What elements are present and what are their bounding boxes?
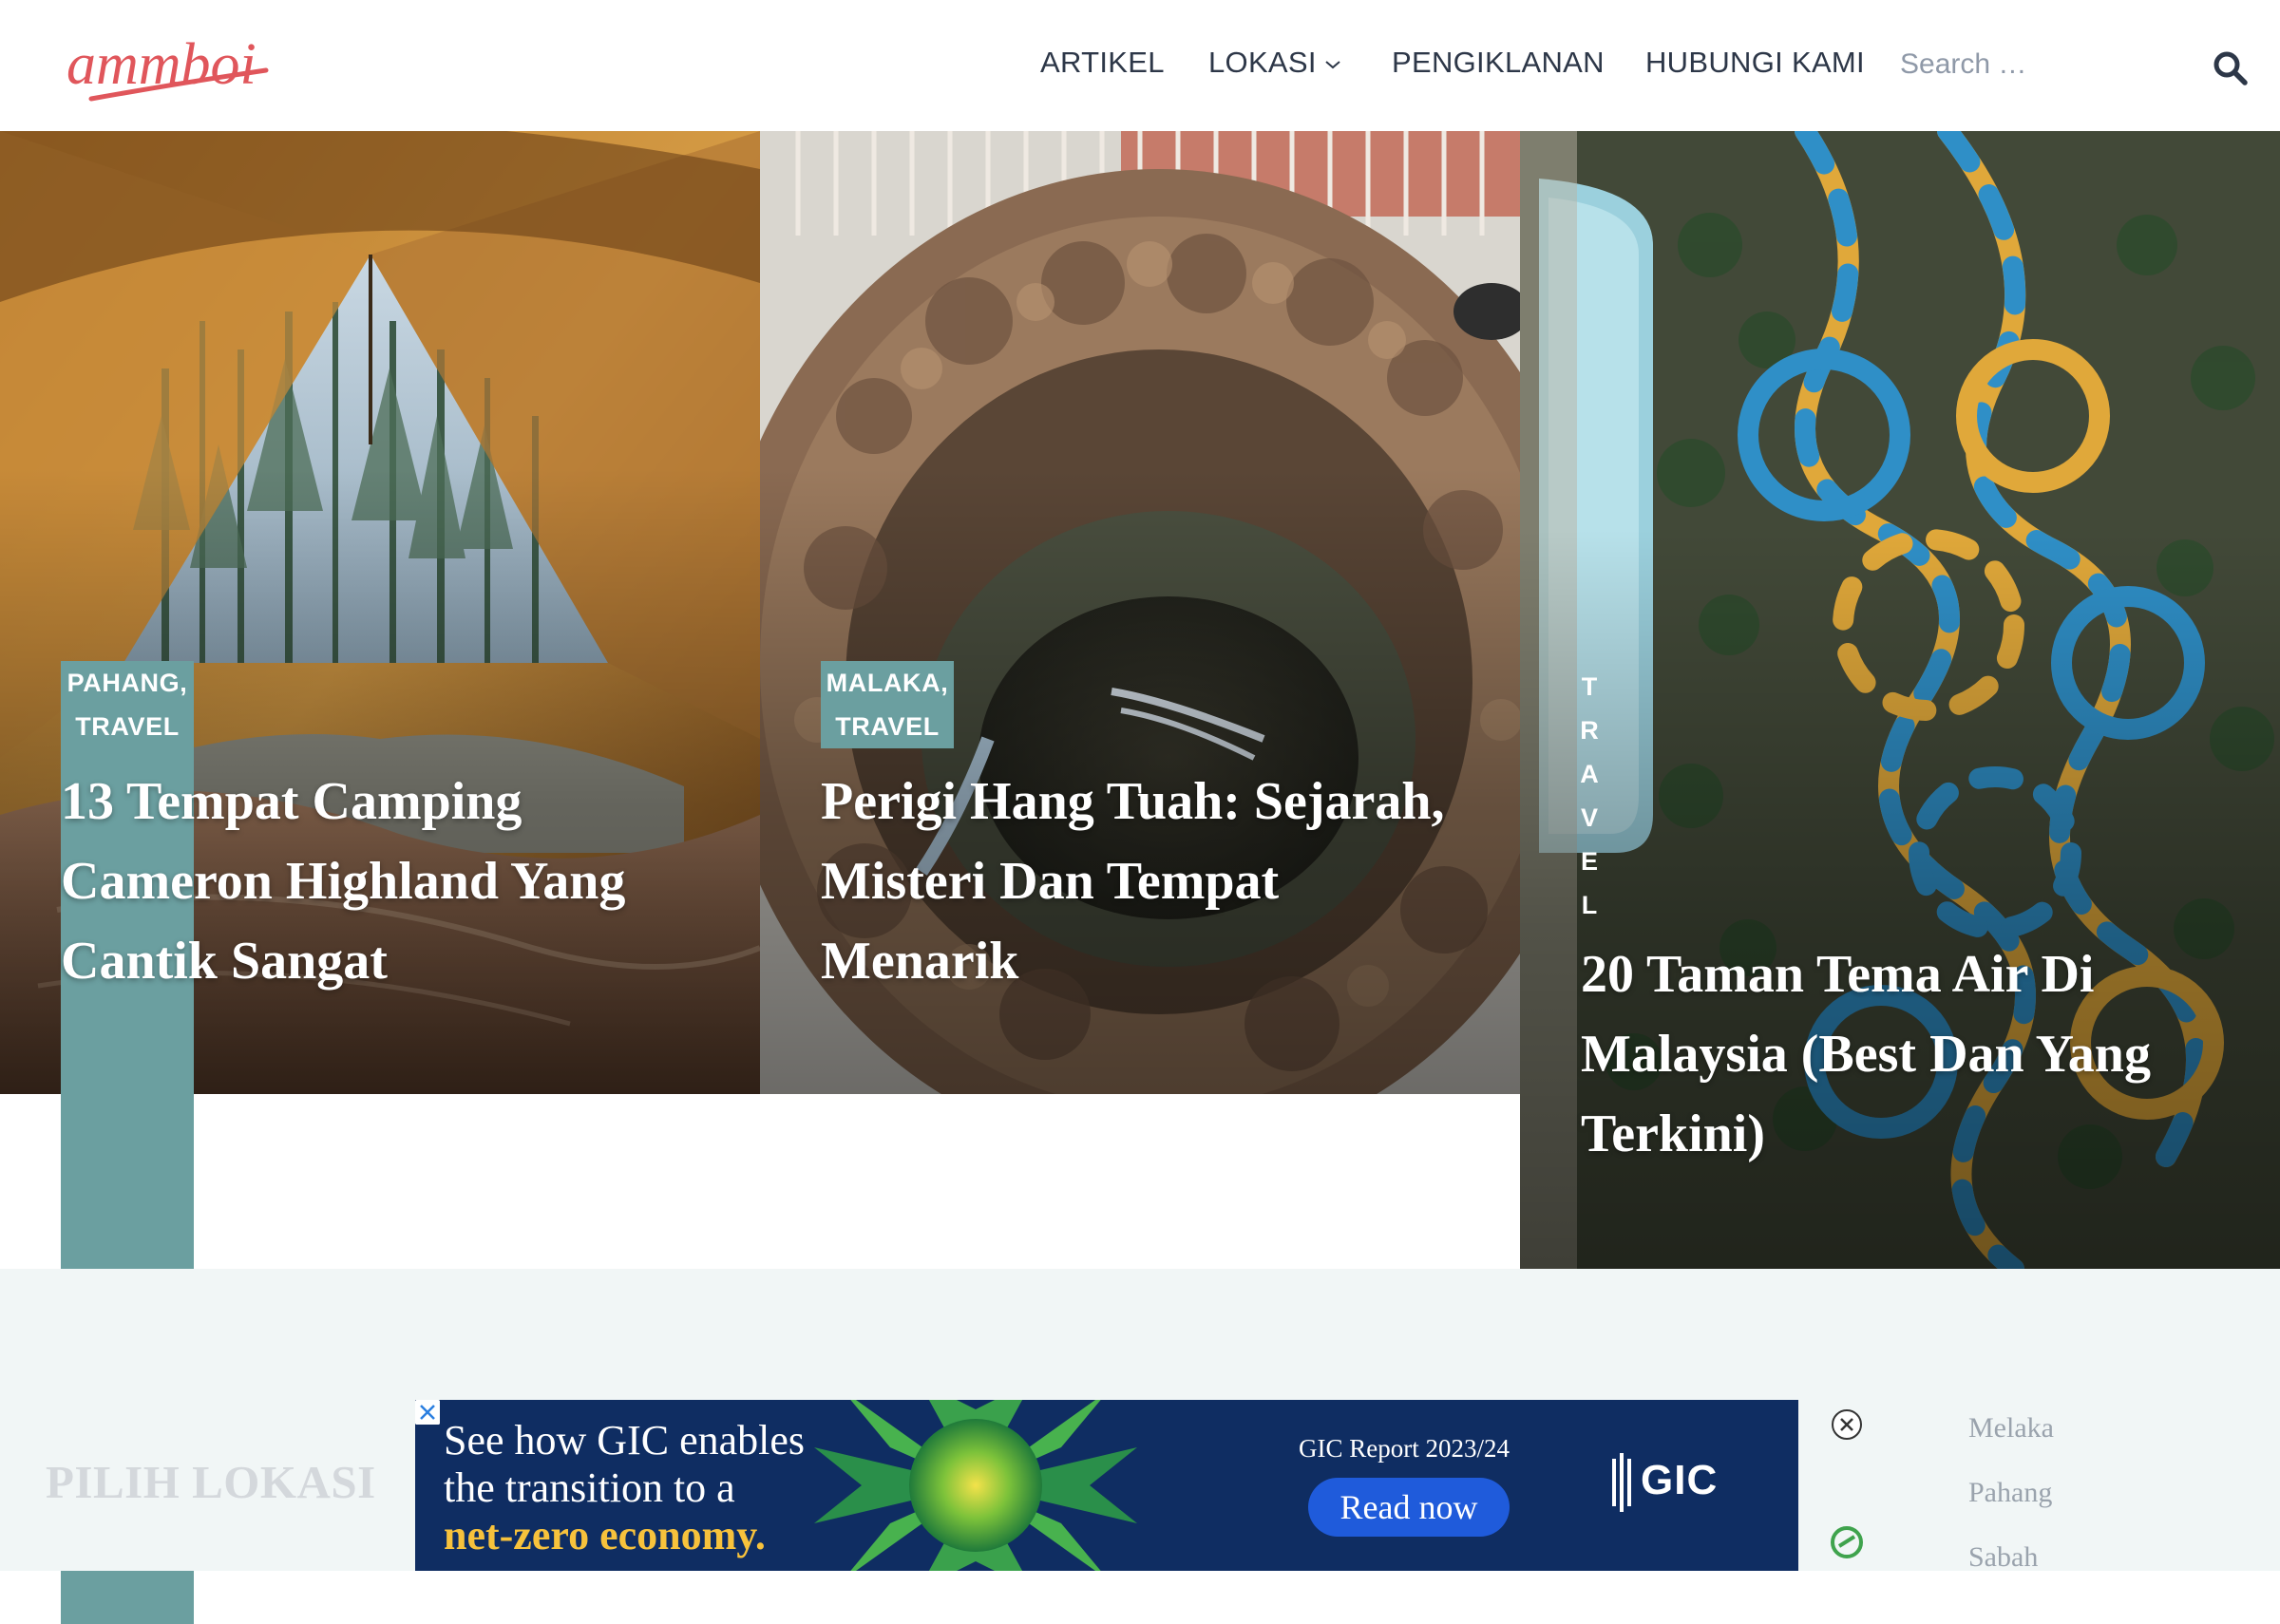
vertical-letter: L <box>1581 891 1598 919</box>
ad-headline-line1: See how GIC enables <box>444 1417 806 1463</box>
vertical-letter: A <box>1580 760 1599 788</box>
vertical-letter: E <box>1580 847 1598 876</box>
hero-title-taman-tema-air[interactable]: 20 Taman Tema Air Di Malaysia (Best Dan … <box>1581 935 2246 1174</box>
ad-banner[interactable]: See how GIC enables the transition to a … <box>415 1400 1798 1571</box>
close-icon[interactable] <box>415 1400 440 1425</box>
ad-network-icon <box>1831 1526 1863 1558</box>
search-icon[interactable] <box>2210 47 2252 89</box>
vertical-letter: R <box>1580 716 1599 745</box>
site-logo[interactable]: ammboi <box>63 17 281 112</box>
chevron-down-icon <box>1325 61 1340 69</box>
category-badge-malaka-travel[interactable]: MALAKA, TRAVEL <box>821 661 954 748</box>
location-link-sabah[interactable]: Sabah <box>1968 1533 2054 1597</box>
vertical-letter: V <box>1580 803 1598 832</box>
nav-lokasi-label: LOKASI <box>1208 46 1317 79</box>
category-travel-vertical[interactable]: T R A V E L <box>1577 665 1602 927</box>
nav-pengiklanan[interactable]: PENGIKLANAN <box>1392 46 1605 80</box>
hero-title-camping[interactable]: 13 Tempat Camping Cameron Highland Yang … <box>61 762 726 1001</box>
ad-report-label: GIC Report 2023/24 <box>1299 1434 1510 1463</box>
category-malaka[interactable]: MALAKA, <box>826 661 949 705</box>
ad-brand-logo: GIC <box>1641 1457 1719 1503</box>
ad-headline: See how GIC enables the transition to a … <box>444 1417 805 1559</box>
location-list: Melaka Pahang Sabah <box>1968 1404 2054 1597</box>
category-travel[interactable]: TRAVEL <box>826 705 949 748</box>
nav-hubungi-kami[interactable]: HUBUNGI KAMI <box>1645 46 1865 80</box>
hero-title-perigi[interactable]: Perigi Hang Tuah: Sejarah, Misteri Dan T… <box>821 762 1486 1001</box>
vertical-letter: T <box>1581 672 1598 701</box>
nav-lokasi[interactable]: LOKASI <box>1208 46 1341 80</box>
category-pahang[interactable]: PAHANG, <box>66 661 189 705</box>
category-travel[interactable]: TRAVEL <box>66 705 189 748</box>
section-heading: PILIH LOKASI <box>46 1456 376 1508</box>
nav-artikel[interactable]: ARTIKEL <box>1040 46 1165 80</box>
location-link-pahang[interactable]: Pahang <box>1968 1468 2054 1533</box>
site-header: ammboi ARTIKEL LOKASI PENGIKLANAN HUBUNG… <box>0 0 2280 131</box>
close-ad-icon[interactable] <box>1830 1407 1864 1442</box>
search-input[interactable] <box>1900 40 2214 89</box>
ad-headline-highlight: net-zero economy. <box>444 1512 766 1558</box>
ad-headline-line2: the transition to a <box>444 1464 735 1511</box>
location-link-melaka[interactable]: Melaka <box>1968 1404 2054 1468</box>
ad-read-now-button[interactable]: Read now <box>1308 1478 1510 1537</box>
